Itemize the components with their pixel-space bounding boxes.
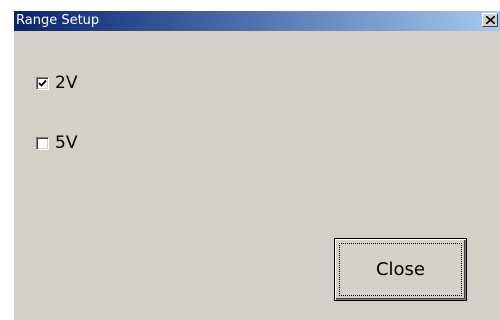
option-2v[interactable]: 2V <box>36 73 77 93</box>
window-title: Range Setup <box>16 13 100 28</box>
range-setup-dialog: Range Setup 2V 5V Close <box>14 11 500 320</box>
checkbox-5v[interactable] <box>36 136 49 150</box>
option-label-5v: 5V <box>55 133 78 153</box>
close-button[interactable]: Close <box>334 238 467 301</box>
title-bar[interactable]: Range Setup <box>14 11 500 31</box>
checkmark-icon <box>38 79 47 87</box>
title-close-button[interactable] <box>482 13 498 27</box>
option-label-2v: 2V <box>55 73 78 93</box>
option-5v[interactable]: 5V <box>36 133 77 153</box>
close-button-label: Close <box>375 259 426 280</box>
checkbox-2v[interactable] <box>36 76 49 90</box>
close-icon <box>486 16 495 24</box>
